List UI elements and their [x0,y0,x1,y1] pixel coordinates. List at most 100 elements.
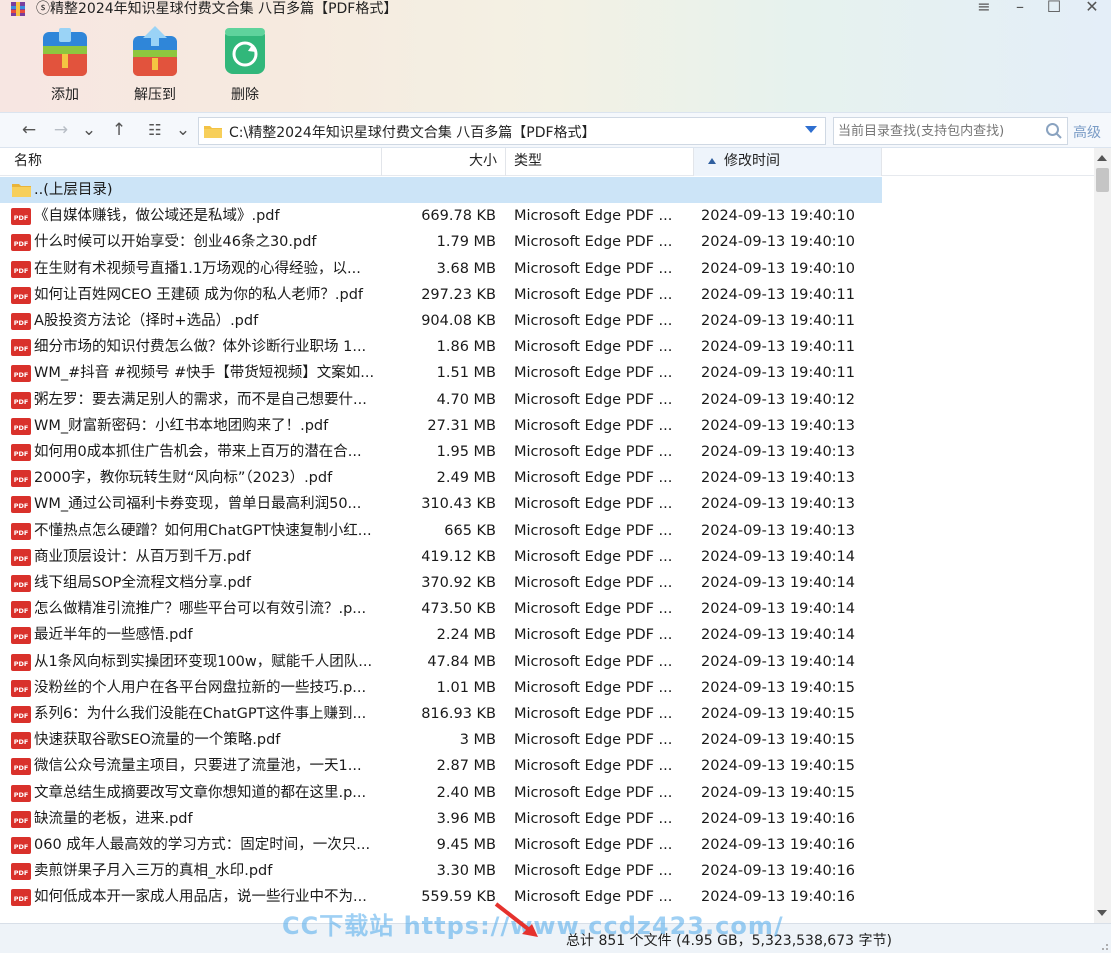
address-bar[interactable]: C:\精整2024年知识星球付费文合集 八百多篇【PDF格式】 [198,117,826,145]
file-type: Microsoft Edge PDF ... [514,418,673,434]
file-size: 2.49 MB [436,470,496,486]
column-modified[interactable]: 修改时间 [694,148,882,176]
column-type[interactable]: 类型 [506,148,694,176]
file-row[interactable]: PDF 缺流量的老板，进来.pdf 3.96 MB Microsoft Edge PD… [0,806,1094,832]
file-row[interactable]: PDF 如何让百姓网CEO 王建硕 成为你的私人老师？.pdf 297.23 KB M… [0,282,1094,308]
file-name: 怎么做精准引流推广？哪些平台可以有效引流？.p... [34,601,367,617]
file-row[interactable]: PDF 没粉丝的个人用户在各平台网盘拉新的一些技巧.p... 1.01 MB Micr… [0,675,1094,701]
file-name: WM_通过公司福利卡券变现，曾单日最高利润50... [34,496,362,512]
file-row[interactable]: PDF 如何用0成本抓住广告机会，带来上百万的潜在合... 1.95 MB Micro… [0,439,1094,465]
svg-text:PDF: PDF [14,293,29,301]
svg-text:PDF: PDF [14,686,29,694]
add-button[interactable]: 添加 [30,24,100,104]
history-chevron-down-icon[interactable]: ⌄ [78,119,100,141]
scroll-thumb[interactable] [1096,168,1109,192]
file-modified: 2024-09-13 19:40:13 [701,444,855,460]
file-size: 3.96 MB [436,811,496,827]
scroll-up-icon[interactable] [1097,155,1107,161]
add-label: 添加 [51,87,79,103]
file-size: 559.59 KB [421,889,496,905]
file-row[interactable]: PDF 如何低成本开一家成人用品店，说一些行业中不为... 559.59 KB Mic… [0,884,1094,910]
file-modified: 2024-09-13 19:40:15 [701,758,855,774]
search-icon[interactable] [1045,122,1063,140]
pdf-file-icon: PDF [11,627,31,644]
file-type: Microsoft Edge PDF ... [514,785,673,801]
file-type: Microsoft Edge PDF ... [514,601,673,617]
file-row[interactable]: PDF 从1条风向标到实操团环变现100w，赋能千人团队... 47.84 MB Mi… [0,649,1094,675]
forward-arrow-icon[interactable]: → [50,119,72,141]
menu-button[interactable]: ≡ [972,0,996,18]
parent-directory-label: ..(上层目录) [34,182,113,198]
file-row[interactable]: PDF A股投资方法论（择时+选品）.pdf 904.08 KB Microsoft … [0,308,1094,334]
file-type: Microsoft Edge PDF ... [514,523,673,539]
file-name: 如何让百姓网CEO 王建硕 成为你的私人老师？.pdf [34,287,364,303]
delete-button[interactable]: 删除 [210,24,280,104]
file-type: Microsoft Edge PDF ... [514,680,673,696]
vertical-scrollbar[interactable] [1094,148,1111,923]
file-row[interactable]: PDF 不懂热点怎么硬蹭？如何用ChatGPT快速复制小红... 665 KB Mic… [0,518,1094,544]
extract-button[interactable]: 解压到 [120,24,190,104]
file-row[interactable]: PDF 060 成年人最高效的学习方式：固定时间，一次只... 9.45 MB Mic… [0,832,1094,858]
file-row[interactable]: PDF 在生财有术视频号直播1.1万场观的心得经验，以... 3.68 MB Micr… [0,256,1094,282]
file-row[interactable]: PDF WM_#抖音 #视频号 #快手【带货短视频】文案如... 1.51 MB Mi… [0,360,1094,386]
file-row[interactable]: PDF WM_通过公司福利卡券变现，曾单日最高利润50... 310.43 KB Mi… [0,491,1094,517]
view-chevron-down-icon[interactable]: ⌄ [172,119,194,141]
file-row[interactable]: PDF 线下组局SOP全流程文档分享.pdf 370.92 KB Microsoft … [0,570,1094,596]
file-size: 370.92 KB [421,575,496,591]
maximize-button[interactable]: ☐ [1042,0,1066,18]
resize-grip-icon[interactable] [1099,941,1109,951]
address-dropdown-icon[interactable] [805,126,817,133]
svg-text:PDF: PDF [14,791,29,799]
file-size: 419.12 KB [421,549,496,565]
file-name: 从1条风向标到实操团环变现100w，赋能千人团队... [34,654,373,670]
file-row[interactable]: PDF 卖煎饼果子月入三万的真相_水印.pdf 3.30 MB Microsoft E… [0,858,1094,884]
file-row[interactable]: PDF WM_财富新密码：小红书本地团购来了！.pdf 27.31 MB Micros… [0,413,1094,439]
file-row[interactable]: PDF 细分市场的知识付费怎么做？体外诊断行业职场 1... 1.86 MB Micr… [0,334,1094,360]
title-bar: ⓢ精整2024年知识星球付费文合集 八百多篇【PDF格式】 ≡ – ☐ ✕ [0,0,1111,20]
parent-directory-row[interactable]: ..(上层目录) [0,177,1094,203]
file-row[interactable]: PDF 商业顶层设计：从百万到千万.pdf 419.12 KB Microsoft E… [0,544,1094,570]
file-row[interactable]: PDF 快速获取谷歌SEO流量的一个策略.pdf 3 MB Microsoft Edg… [0,727,1094,753]
back-arrow-icon[interactable]: ← [18,119,40,141]
search-input[interactable] [833,117,1068,145]
file-name: 快速获取谷歌SEO流量的一个策略.pdf [34,732,281,748]
file-size: 816.93 KB [421,706,496,722]
file-size: 297.23 KB [421,287,496,303]
column-name[interactable]: 名称 [0,148,382,176]
app-logo-icon [11,2,25,16]
up-arrow-icon[interactable]: ↑ [108,119,130,141]
file-row[interactable]: PDF 怎么做精准引流推广？哪些平台可以有效引流？.p... 473.50 KB Mi… [0,596,1094,622]
recycle-bin-icon [225,28,265,74]
svg-text:PDF: PDF [14,424,29,432]
file-row[interactable]: PDF 最近半年的一些感悟.pdf 2.24 MB Microsoft Edge PD… [0,622,1094,648]
file-row[interactable]: PDF 2000字，教你玩转生财“风向标”（2023）.pdf 2.49 MB Mic… [0,465,1094,491]
file-row[interactable]: PDF 文章总结生成摘要改写文章你想知道的都在这里.p... 2.40 MB Micr… [0,780,1094,806]
scroll-down-icon[interactable] [1097,910,1107,916]
delete-label: 删除 [231,87,259,103]
file-type: Microsoft Edge PDF ... [514,496,673,512]
file-row[interactable]: PDF 微信公众号流量主项目，只要进了流量池，一天1... 2.87 MB Micro… [0,753,1094,779]
file-row[interactable]: PDF 《自媒体赚钱，做公域还是私域》.pdf 669.78 KB Microsoft… [0,203,1094,229]
file-row[interactable]: PDF 粥左罗：要去满足别人的需求，而不是自己想要什... 4.70 MB Micro… [0,387,1094,413]
file-modified: 2024-09-13 19:40:10 [701,208,855,224]
advanced-search-link[interactable]: 高级 [1073,122,1101,142]
column-size[interactable]: 大小 [382,148,506,176]
file-size: 1.95 MB [436,444,496,460]
view-mode-icon[interactable]: ☷ [144,119,166,141]
pdf-file-icon: PDF [11,732,31,749]
pdf-file-icon: PDF [11,811,31,828]
file-name: 文章总结生成摘要改写文章你想知道的都在这里.p... [34,785,367,801]
folder-icon [204,126,222,138]
close-button[interactable]: ✕ [1080,0,1104,18]
file-row[interactable]: PDF 系列6：为什么我们没能在ChatGPT这件事上赚到... 816.93 KB… [0,701,1094,727]
window-title: ⓢ精整2024年知识星球付费文合集 八百多篇【PDF格式】 [36,1,398,17]
minimize-button[interactable]: – [1008,0,1032,18]
file-row[interactable]: PDF 什么时候可以开始享受：创业46条之30.pdf 1.79 MB Microso… [0,229,1094,255]
svg-text:PDF: PDF [14,371,29,379]
svg-text:PDF: PDF [14,895,29,903]
pdf-file-icon: PDF [11,523,31,540]
file-name: 最近半年的一些感悟.pdf [34,627,193,643]
svg-text:PDF: PDF [14,502,29,510]
toolbar-area: ⓢ精整2024年知识星球付费文合集 八百多篇【PDF格式】 ≡ – ☐ ✕ 添加 [0,0,1111,112]
file-type: Microsoft Edge PDF ... [514,575,673,591]
